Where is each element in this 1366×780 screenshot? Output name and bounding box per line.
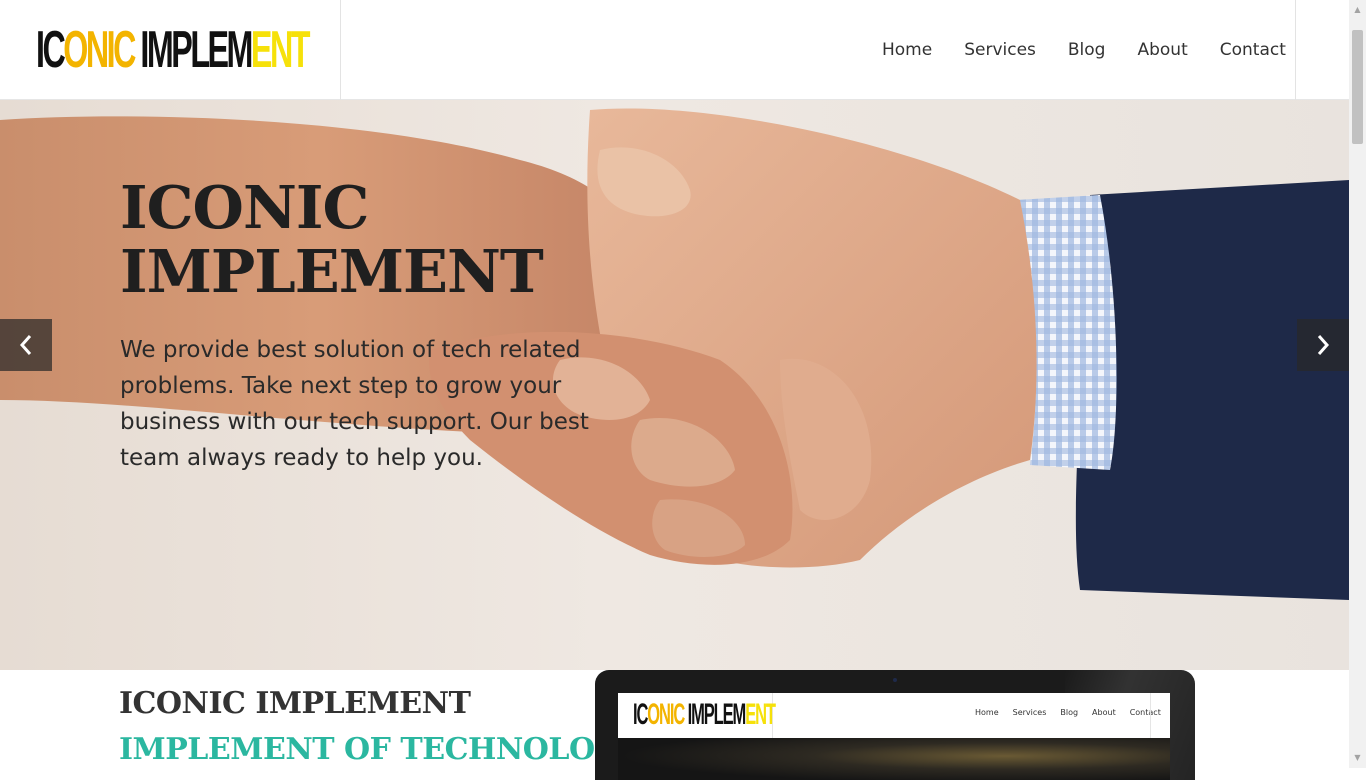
scrollbar-thumb[interactable] (1352, 30, 1363, 144)
nav-contact[interactable]: Contact (1204, 36, 1302, 64)
logo-segment: M (732, 698, 747, 731)
site-logo[interactable]: IC ONIC IMPLE M ENT (36, 18, 311, 82)
device-screen: ICONIC IMPLEMENT Home Services Blog Abou… (618, 693, 1170, 780)
preview-nav-home: Home (975, 708, 999, 717)
chevron-right-icon (1317, 335, 1330, 355)
section-subtitle: IMPLEMENT OF TECHNOLOGY (119, 732, 641, 767)
preview-nav-contact: Contact (1129, 708, 1161, 717)
page-scrollbar[interactable]: ▲ ▼ (1349, 0, 1366, 768)
logo-segment: ONIC (647, 698, 685, 731)
header-divider (1295, 0, 1296, 100)
scroll-down-icon[interactable]: ▼ (1352, 752, 1363, 764)
scroll-up-icon[interactable]: ▲ (1352, 4, 1363, 16)
preview-nav-services: Services (1012, 708, 1047, 717)
logo-segment: ENT (250, 21, 311, 79)
nav-services[interactable]: Services (948, 36, 1052, 64)
camera-dot (893, 678, 897, 682)
device-mockup: ICONIC IMPLEMENT Home Services Blog Abou… (595, 670, 1195, 780)
preview-nav-blog: Blog (1060, 708, 1079, 717)
logo-segment: M (226, 21, 254, 79)
logo-segment: IC (633, 698, 648, 731)
chevron-left-icon (19, 335, 32, 355)
logo-segment: IC (36, 21, 66, 79)
preview-nav-about: About (1092, 708, 1116, 717)
hero-title: ICONIC IMPLEMENT (120, 173, 544, 306)
nav-blog[interactable]: Blog (1052, 36, 1122, 64)
logo-segment: ONIC (63, 21, 136, 79)
site-header: IC ONIC IMPLE M ENT Home Services Blog Abou… (0, 0, 1349, 100)
main-nav: Home Services Blog About Contact (866, 36, 1302, 64)
preview-hero (618, 738, 1170, 780)
preview-nav: Home Services Blog About Contact (968, 708, 1168, 717)
hero-description: We provide best solution of tech related… (120, 337, 589, 471)
nav-about[interactable]: About (1121, 36, 1203, 64)
preview-header: ICONIC IMPLEMENT Home Services Blog Abou… (618, 693, 1170, 738)
slider-prev-button[interactable] (0, 319, 52, 371)
logo-segment: IMPLE (133, 21, 229, 79)
preview-logo: ICONIC IMPLEMENT (633, 697, 776, 733)
logo-segment: ENT (745, 698, 776, 731)
nav-home[interactable]: Home (866, 36, 948, 64)
hero-slider: ICONIC IMPLEMENT We provide best solutio… (0, 100, 1349, 670)
logo-container: IC ONIC IMPLE M ENT (0, 0, 341, 100)
logo-segment: IMPLE (684, 698, 734, 731)
section-title: ICONIC IMPLEMENT (119, 686, 471, 721)
slider-next-button[interactable] (1297, 319, 1349, 371)
